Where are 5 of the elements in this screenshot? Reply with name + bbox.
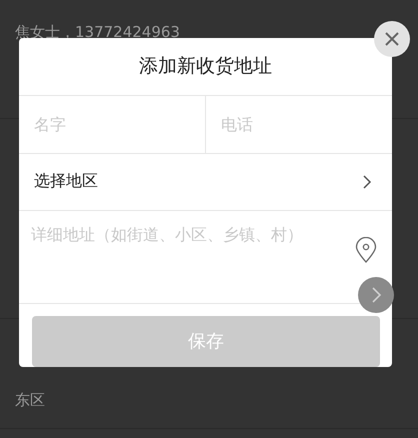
district-text: 东区 bbox=[15, 391, 45, 410]
region-selector[interactable]: 选择地区 bbox=[19, 154, 392, 212]
location-pin-icon[interactable] bbox=[355, 237, 377, 264]
chevron-icon bbox=[362, 174, 372, 190]
close-icon[interactable] bbox=[374, 21, 410, 57]
